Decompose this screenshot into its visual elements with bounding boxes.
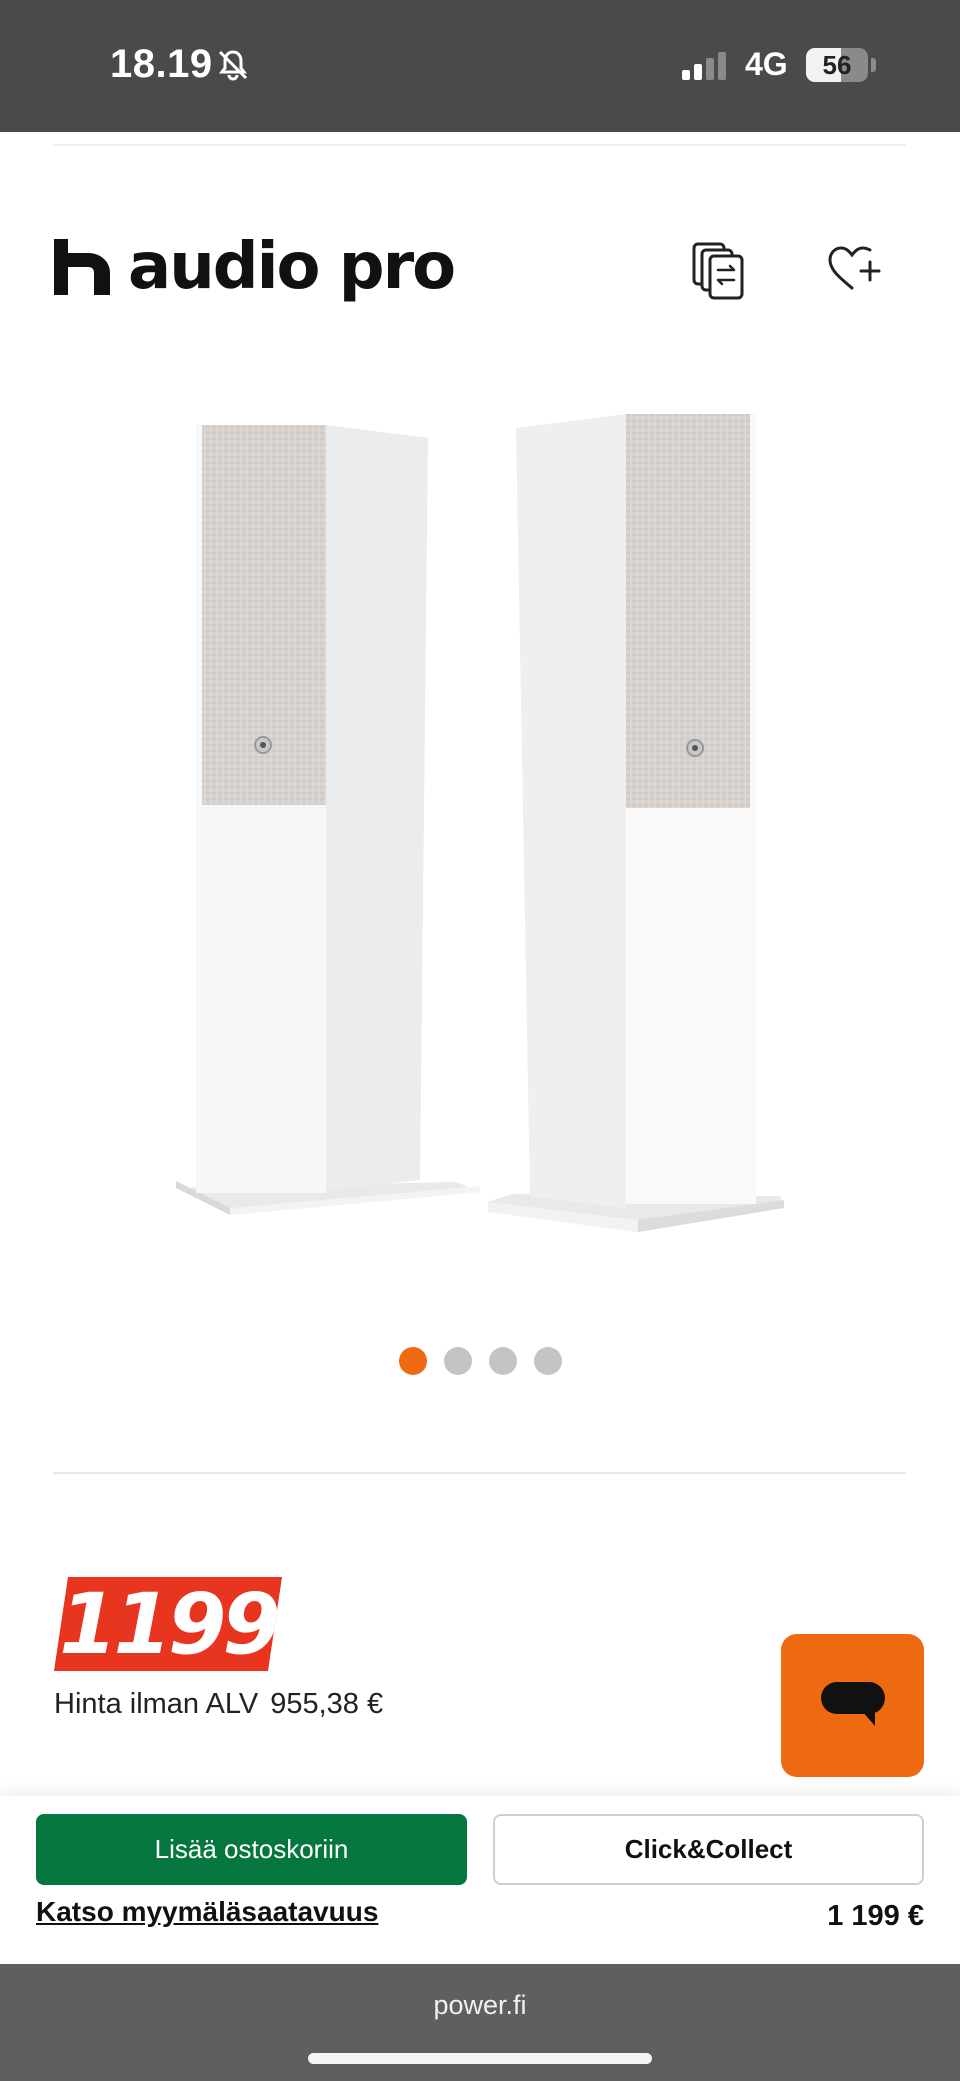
action-panel: Lisää ostoskoriin Click&Collect Katso my… — [0, 1796, 960, 1964]
compare-icon — [692, 242, 744, 300]
url-label[interactable]: power.fi — [0, 1990, 960, 2021]
brand-logo[interactable]: audio pro — [54, 230, 456, 304]
battery-tip — [871, 58, 876, 72]
home-indicator[interactable] — [308, 2053, 652, 2064]
price-excl-vat-value: 955,38 € — [270, 1688, 384, 1720]
chat-icon — [821, 1682, 885, 1726]
add-to-cart-button[interactable]: Lisää ostoskoriin — [36, 1814, 467, 1885]
battery-level: 56 — [822, 50, 852, 80]
brand-name: audio pro — [128, 230, 456, 304]
wishlist-button[interactable] — [826, 244, 882, 294]
price-badge: 1199 — [54, 1577, 282, 1671]
audio-pro-logo-icon — [54, 239, 110, 295]
price-excl-vat-label: Hinta ilman ALV — [54, 1688, 259, 1720]
compare-button[interactable] — [690, 240, 750, 302]
carousel-dot[interactable] — [488, 1347, 517, 1375]
browser-bar: power.fi — [0, 1964, 960, 2081]
cellular-signal-icon — [682, 52, 726, 80]
price-value: 1199 — [59, 1575, 277, 1673]
total-price: 1 199 € — [827, 1900, 924, 1932]
battery-icon: 56 — [806, 48, 868, 82]
click-collect-button[interactable]: Click&Collect — [493, 1814, 924, 1885]
carousel-dots — [0, 1347, 960, 1375]
store-availability-link[interactable]: Katso myymäläsaatavuus — [36, 1896, 378, 1928]
carousel-dot[interactable] — [398, 1347, 427, 1375]
carousel-dot[interactable] — [443, 1347, 472, 1375]
heart-plus-icon — [828, 246, 881, 290]
chat-button[interactable] — [781, 1634, 924, 1777]
price-excluding-vat: Hinta ilman ALV 955,38 € — [54, 1688, 383, 1721]
product-image[interactable] — [160, 400, 800, 1250]
carousel-dot[interactable] — [533, 1347, 562, 1375]
network-type: 4G — [745, 46, 788, 82]
status-bar: 18.19 4G 56 — [0, 0, 960, 132]
bell-muted-icon — [218, 50, 248, 81]
divider — [53, 1472, 906, 1474]
status-time: 18.19 — [110, 42, 213, 86]
divider — [53, 144, 906, 146]
